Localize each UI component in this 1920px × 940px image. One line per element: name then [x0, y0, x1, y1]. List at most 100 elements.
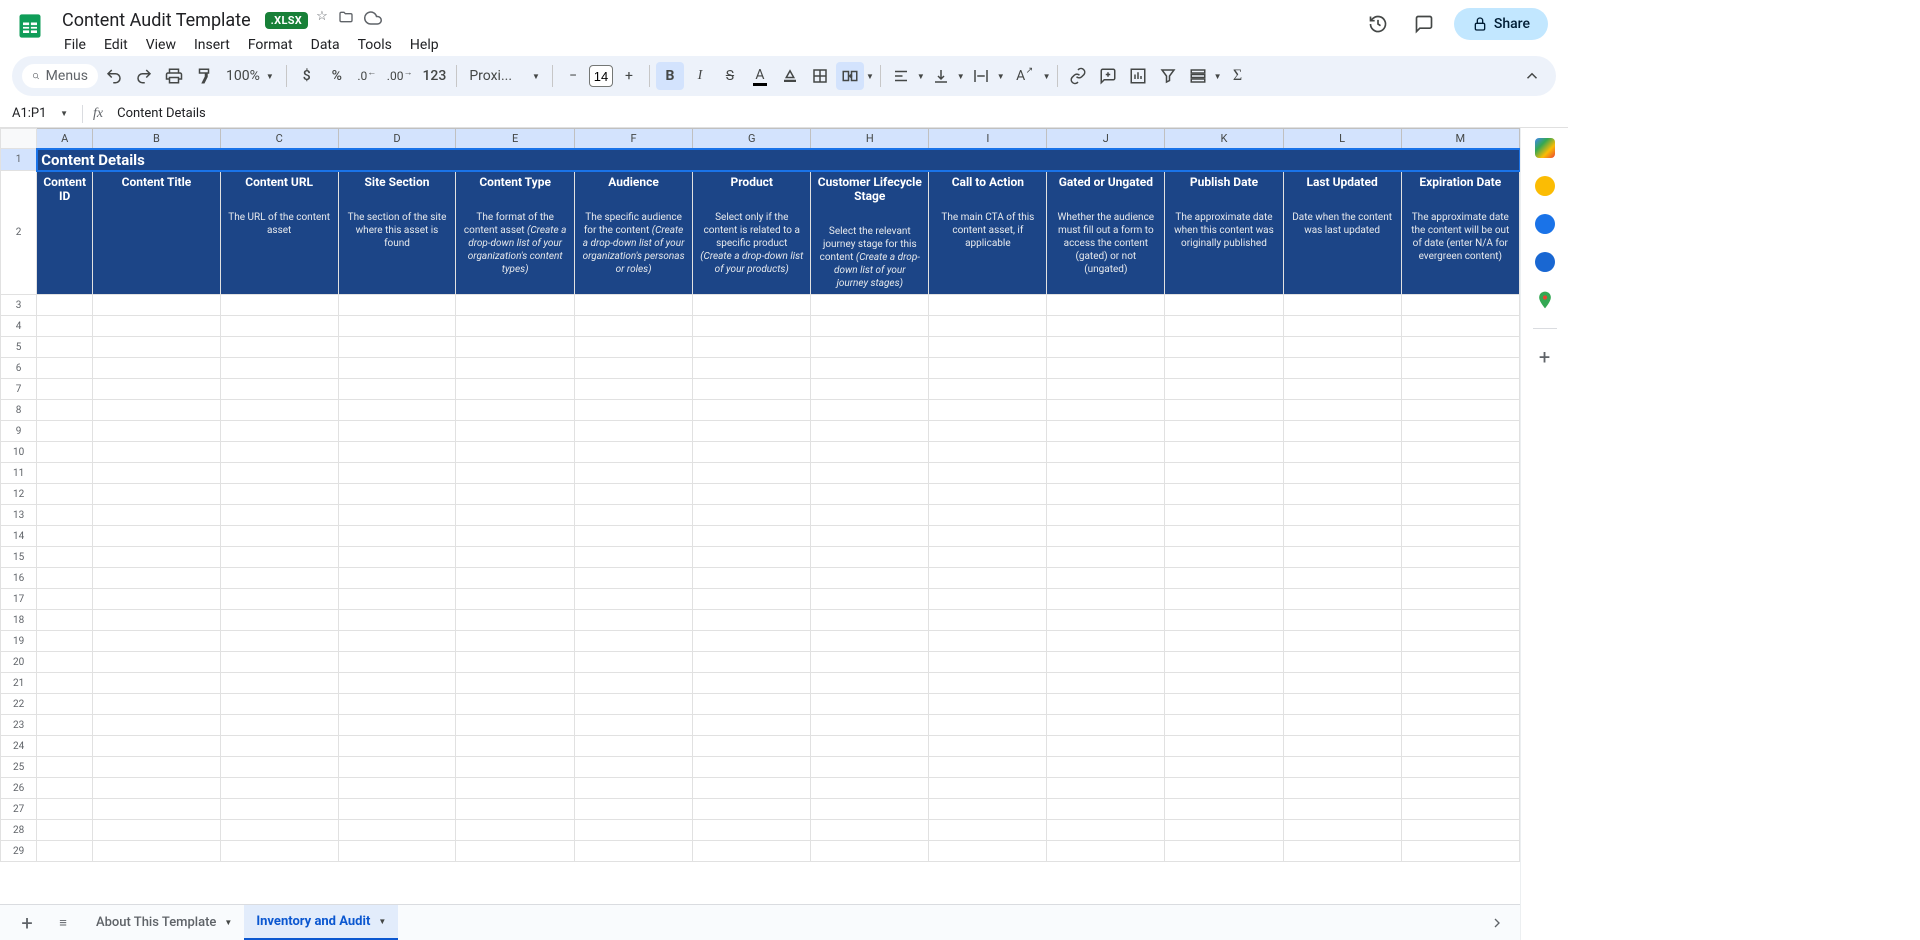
cell[interactable] — [811, 547, 929, 568]
h-align-button[interactable] — [887, 62, 915, 90]
cell[interactable] — [574, 547, 692, 568]
cell[interactable] — [1047, 568, 1165, 589]
cell[interactable] — [929, 484, 1047, 505]
cell[interactable] — [1165, 316, 1283, 337]
cell[interactable] — [811, 694, 929, 715]
col-header-K[interactable]: K — [1165, 129, 1283, 149]
cell[interactable] — [693, 631, 811, 652]
row-header-21[interactable]: 21 — [1, 673, 37, 694]
col-header-C[interactable]: C — [220, 129, 338, 149]
cell[interactable] — [811, 715, 929, 736]
cell[interactable] — [574, 379, 692, 400]
undo-button[interactable] — [100, 62, 128, 90]
cell[interactable] — [338, 757, 456, 778]
cell[interactable] — [574, 463, 692, 484]
cell[interactable] — [220, 652, 338, 673]
cell[interactable] — [37, 736, 93, 757]
cell[interactable] — [1401, 505, 1519, 526]
functions-button[interactable]: Σ — [1223, 62, 1251, 90]
cell[interactable] — [456, 799, 574, 820]
cell[interactable] — [93, 379, 221, 400]
cell[interactable] — [811, 379, 929, 400]
cell[interactable] — [929, 568, 1047, 589]
cell[interactable] — [693, 295, 811, 316]
font-select[interactable]: Proxi...▼ — [463, 62, 546, 90]
cell[interactable] — [338, 463, 456, 484]
rotate-dropdown[interactable]: ▼ — [1043, 72, 1051, 81]
row-header-2[interactable]: 2 — [1, 171, 37, 295]
borders-button[interactable] — [806, 62, 834, 90]
cell[interactable] — [338, 316, 456, 337]
cell[interactable] — [338, 358, 456, 379]
cell[interactable] — [1401, 757, 1519, 778]
cell[interactable] — [1401, 778, 1519, 799]
menu-edit[interactable]: Edit — [96, 33, 136, 57]
cell[interactable] — [338, 400, 456, 421]
formula-bar[interactable]: Content Details — [113, 104, 1556, 123]
cell[interactable] — [93, 337, 221, 358]
cell[interactable] — [220, 715, 338, 736]
cell[interactable] — [1047, 484, 1165, 505]
cell[interactable] — [693, 379, 811, 400]
cell[interactable] — [37, 316, 93, 337]
cell[interactable] — [811, 526, 929, 547]
number-format-button[interactable]: 123 — [418, 62, 450, 90]
cell[interactable] — [929, 694, 1047, 715]
cell[interactable] — [1047, 316, 1165, 337]
history-icon[interactable] — [1362, 8, 1394, 40]
cell[interactable] — [811, 295, 929, 316]
menu-format[interactable]: Format — [240, 33, 301, 57]
header-cell[interactable]: Site SectionThe section of the site wher… — [338, 171, 456, 295]
cell[interactable] — [1401, 463, 1519, 484]
cell[interactable] — [1165, 589, 1283, 610]
decrease-font-button[interactable]: − — [559, 62, 587, 90]
cell[interactable] — [693, 547, 811, 568]
cell[interactable] — [1165, 295, 1283, 316]
percent-button[interactable]: % — [323, 62, 351, 90]
increase-font-button[interactable]: + — [615, 62, 643, 90]
menu-file[interactable]: File — [56, 33, 94, 57]
cell[interactable] — [693, 694, 811, 715]
cell[interactable] — [811, 484, 929, 505]
cell[interactable] — [456, 295, 574, 316]
cell[interactable] — [37, 505, 93, 526]
cell[interactable] — [811, 421, 929, 442]
cell[interactable] — [693, 757, 811, 778]
row-header-1[interactable]: 1 — [1, 149, 37, 171]
cell[interactable] — [338, 568, 456, 589]
cell[interactable] — [1283, 526, 1401, 547]
cell[interactable] — [1401, 526, 1519, 547]
cell[interactable] — [929, 589, 1047, 610]
cell[interactable] — [1401, 337, 1519, 358]
cell[interactable] — [1283, 442, 1401, 463]
share-button[interactable]: Share — [1454, 8, 1548, 40]
cell[interactable] — [37, 463, 93, 484]
cell[interactable] — [1283, 778, 1401, 799]
italic-button[interactable]: I — [686, 62, 714, 90]
menu-tools[interactable]: Tools — [350, 33, 400, 57]
cell[interactable] — [1401, 568, 1519, 589]
comment-icon[interactable] — [1408, 8, 1440, 40]
cell[interactable] — [574, 694, 692, 715]
row-header-10[interactable]: 10 — [1, 442, 37, 463]
cell[interactable] — [37, 799, 93, 820]
cell[interactable] — [574, 841, 692, 862]
cell[interactable] — [574, 295, 692, 316]
cell[interactable] — [929, 463, 1047, 484]
cell[interactable] — [811, 610, 929, 631]
cell[interactable] — [811, 463, 929, 484]
cell[interactable] — [93, 673, 221, 694]
cell[interactable] — [220, 379, 338, 400]
cell[interactable] — [1047, 778, 1165, 799]
cell[interactable] — [1283, 295, 1401, 316]
decrease-decimal-button[interactable]: .0← — [353, 62, 381, 90]
cell[interactable] — [93, 715, 221, 736]
menu-help[interactable]: Help — [402, 33, 447, 57]
cell[interactable] — [929, 736, 1047, 757]
cell[interactable] — [929, 799, 1047, 820]
cell[interactable] — [220, 505, 338, 526]
cell[interactable] — [1401, 400, 1519, 421]
cell[interactable] — [574, 337, 692, 358]
cell[interactable] — [1047, 337, 1165, 358]
cell[interactable] — [929, 820, 1047, 841]
